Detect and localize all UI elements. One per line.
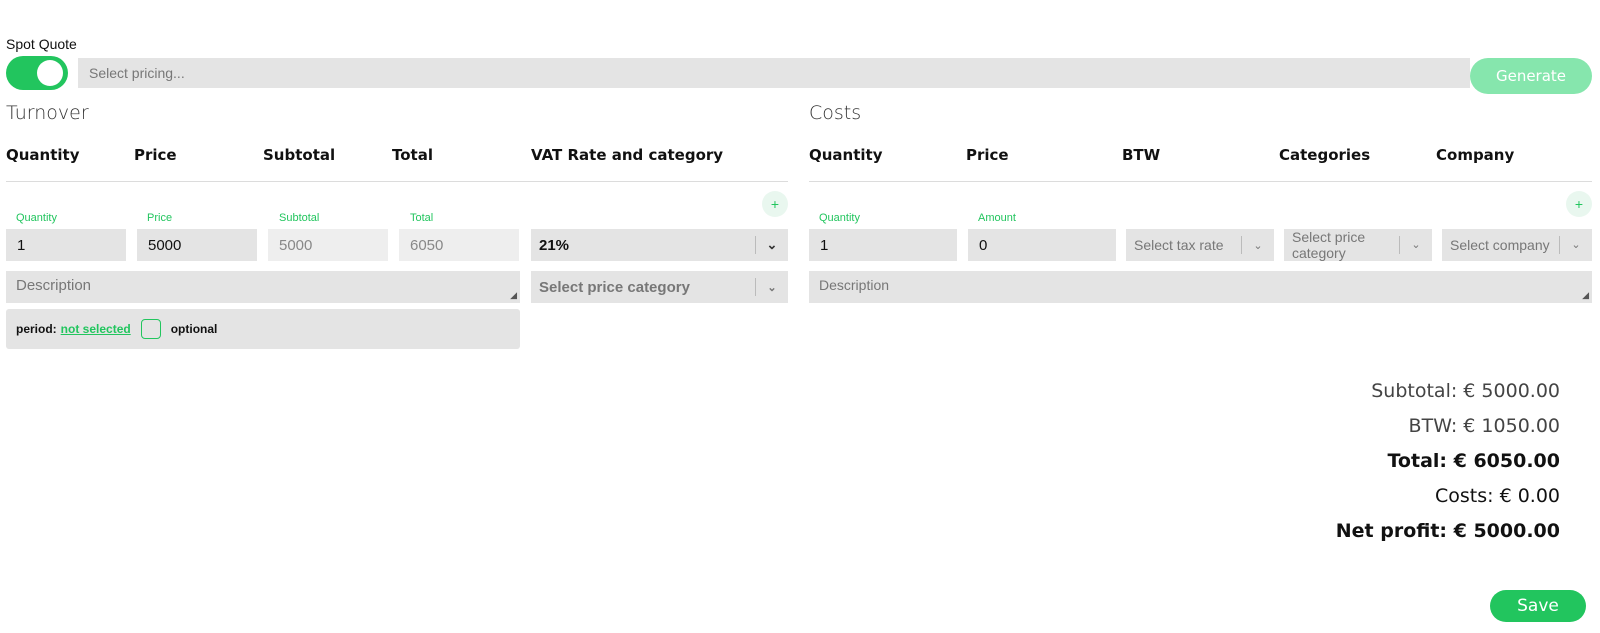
chevron-down-icon: ⌄ (1411, 239, 1421, 251)
turnover-description-placeholder: Description (16, 277, 92, 294)
period-row: period: not selected optional (6, 309, 520, 349)
vat-rate-value: 21% (539, 236, 570, 254)
select-separator (755, 236, 756, 254)
resize-handle-icon[interactable]: ◢ (1582, 290, 1589, 301)
turnover-subtotal-input: 5000 (268, 229, 388, 261)
spot-quote-label: Spot Quote (6, 36, 77, 52)
turnover-price-category-placeholder: Select price category (539, 278, 690, 296)
turnover-price-input[interactable]: 5000 (137, 229, 257, 261)
turnover-subtotal-label: Subtotal (279, 212, 320, 224)
resize-handle-icon[interactable]: ◢ (510, 290, 517, 301)
costs-tax-rate-placeholder: Select tax rate (1134, 237, 1224, 253)
summary-net-profit: Net profit: € 5000.00 (1335, 520, 1560, 542)
costs-col-btw: BTW (1122, 146, 1161, 164)
costs-company-placeholder: Select company (1450, 237, 1550, 253)
costs-amount-input[interactable]: 0 (968, 229, 1116, 261)
select-separator (755, 278, 756, 296)
turnover-col-subtotal: Subtotal (263, 146, 336, 164)
turnover-quantity-input[interactable]: 1 (6, 229, 126, 261)
turnover-total-input: 6050 (399, 229, 519, 261)
chevron-down-icon: ⌄ (1571, 239, 1581, 251)
period-label: period: (16, 322, 57, 336)
costs-col-price: Price (966, 146, 1009, 164)
turnover-add-row-icon[interactable]: + (762, 191, 788, 217)
costs-col-categories: Categories (1279, 146, 1371, 164)
period-link[interactable]: not selected (61, 322, 131, 336)
costs-add-row-icon[interactable]: + (1566, 191, 1592, 217)
pricing-select[interactable]: Select pricing... (78, 58, 1470, 88)
turnover-divider (6, 181, 788, 182)
summary-btw: BTW: € 1050.00 (1408, 415, 1560, 437)
costs-company-select[interactable]: Select company ⌄ (1442, 229, 1592, 261)
turnover-description-input[interactable]: Description ◢ (6, 271, 520, 303)
select-separator (1399, 236, 1400, 254)
turnover-title: Turnover (6, 102, 89, 124)
costs-col-company: Company (1436, 146, 1515, 164)
optional-checkbox[interactable] (140, 319, 161, 339)
chevron-down-icon: ⌄ (766, 237, 778, 252)
costs-price-category-placeholder: Select price category (1292, 229, 1366, 261)
vat-rate-select[interactable]: 21% ⌄ (531, 229, 788, 261)
select-separator (1559, 236, 1560, 254)
costs-quantity-input[interactable]: 1 (809, 229, 957, 261)
chevron-down-icon: ⌄ (767, 281, 777, 294)
optional-label: optional (170, 322, 218, 336)
save-button[interactable]: Save (1490, 590, 1586, 622)
turnover-col-quantity: Quantity (6, 146, 80, 164)
generate-button[interactable]: Generate (1470, 58, 1592, 94)
summary-subtotal: Subtotal: € 5000.00 (1371, 380, 1560, 402)
costs-price-category-select[interactable]: Select price category ⌄ (1284, 229, 1432, 261)
summary-total: Total: € 6050.00 (1387, 450, 1561, 472)
spot-quote-toggle[interactable] (6, 56, 68, 90)
turnover-price-label: Price (147, 212, 173, 224)
chevron-down-icon: ⌄ (1253, 239, 1263, 252)
costs-quantity-label: Quantity (819, 212, 860, 224)
turnover-total-label: Total (410, 212, 434, 224)
costs-description-placeholder: Description (819, 277, 890, 293)
costs-tax-rate-select[interactable]: Select tax rate ⌄ (1126, 229, 1274, 261)
costs-col-quantity: Quantity (809, 146, 883, 164)
turnover-quantity-label: Quantity (16, 212, 57, 224)
toggle-knob (37, 60, 63, 86)
costs-amount-label: Amount (978, 212, 1016, 224)
turnover-col-price: Price (134, 146, 177, 164)
turnover-col-total: Total (392, 146, 433, 164)
select-separator (1241, 236, 1242, 254)
summary-costs: Costs: € 0.00 (1434, 485, 1560, 507)
turnover-price-category-select[interactable]: Select price category ⌄ (531, 271, 788, 303)
turnover-col-vat: VAT Rate and category (531, 146, 724, 164)
costs-divider (809, 181, 1592, 182)
costs-description-input[interactable]: Description ◢ (809, 271, 1592, 303)
costs-title: Costs (809, 102, 862, 124)
